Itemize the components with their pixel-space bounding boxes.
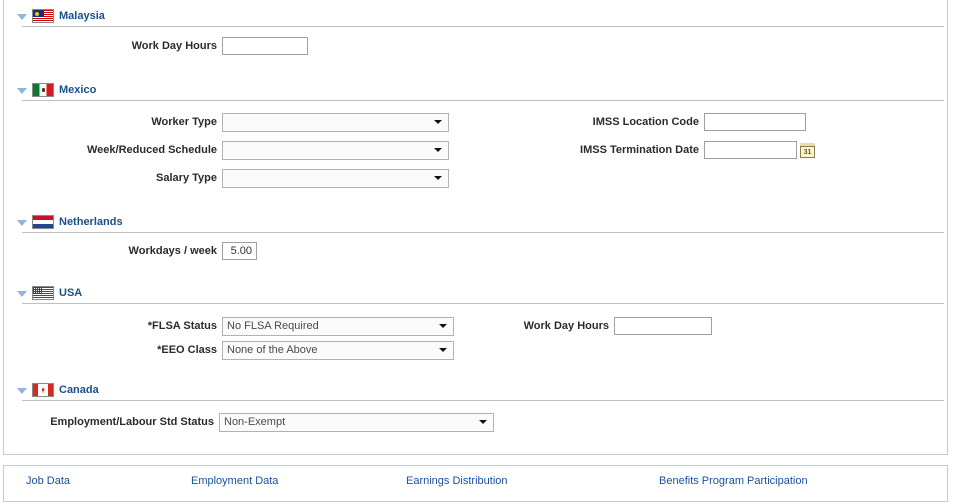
label-usa-eeo-class: *EEO Class — [157, 344, 217, 356]
section-header-malaysia[interactable]: Malaysia — [16, 7, 941, 25]
field-usa-eeo-class: *EEO Class None of the Above — [22, 340, 454, 360]
section-title-usa: USA — [59, 287, 83, 299]
field-malaysia-work-day-hours: Work Day Hours — [22, 36, 308, 56]
dropdown-mexico-worker-type[interactable] — [222, 112, 449, 132]
label-mexico-imss-location-code: IMSS Location Code — [592, 116, 699, 128]
label-mexico-worker-type: Worker Type — [151, 116, 217, 128]
dropdown-value-canada-employment-labour-std-status: Non-Exempt — [224, 416, 286, 428]
field-netherlands-workdays-week: Workdays / week — [22, 241, 257, 261]
link-earnings-distribution[interactable]: Earnings Distribution — [406, 475, 508, 487]
section-header-mexico[interactable]: Mexico — [16, 81, 941, 99]
field-mexico-imss-termination-date: IMSS Termination Date 31 — [459, 140, 815, 160]
input-netherlands-workdays-week[interactable] — [222, 242, 257, 260]
chevron-down-icon — [439, 348, 447, 352]
label-usa-work-day-hours: Work Day Hours — [523, 320, 609, 332]
chevron-down-icon — [434, 176, 442, 180]
country-specific-panel: Malaysia Work Day Hours Mexico Worker Ty… — [3, 0, 948, 455]
collapse-triangle-icon-canada[interactable] — [16, 384, 29, 397]
usa-flag-icon — [32, 286, 54, 300]
chevron-down-icon — [434, 120, 442, 124]
employment-data-page: Malaysia Work Day Hours Mexico Worker Ty… — [0, 0, 953, 503]
dropdown-value-usa-eeo-class: None of the Above — [227, 344, 318, 356]
dropdown-usa-flsa-status[interactable]: No FLSA Required — [222, 316, 454, 336]
field-usa-flsa-status: *FLSA Status No FLSA Required — [22, 316, 454, 336]
section-header-netherlands[interactable]: Netherlands — [16, 213, 941, 231]
dropdown-value-usa-flsa-status: No FLSA Required — [227, 320, 319, 332]
label-malaysia-work-day-hours: Work Day Hours — [131, 40, 217, 52]
malaysia-flag-icon — [32, 9, 54, 23]
section-divider-netherlands — [22, 232, 944, 233]
section-header-canada[interactable]: Canada — [16, 381, 941, 399]
label-mexico-imss-termination-date: IMSS Termination Date — [580, 144, 699, 156]
section-divider-canada — [22, 400, 944, 401]
collapse-triangle-icon-usa[interactable] — [16, 287, 29, 300]
label-netherlands-workdays-week: Workdays / week — [128, 245, 217, 257]
label-canada-employment-labour-std-status: Employment/Labour Std Status — [50, 416, 214, 428]
related-links-bar: Job Data Employment Data Earnings Distri… — [3, 465, 948, 502]
field-mexico-imss-location-code: IMSS Location Code — [459, 112, 806, 132]
field-mexico-week-reduced-schedule: Week/Reduced Schedule — [22, 140, 449, 160]
label-mexico-week-reduced-schedule: Week/Reduced Schedule — [86, 144, 217, 156]
chevron-down-icon — [479, 420, 487, 424]
dropdown-canada-employment-labour-std-status[interactable]: Non-Exempt — [219, 412, 494, 432]
label-mexico-salary-type: Salary Type — [156, 172, 217, 184]
dropdown-mexico-salary-type[interactable] — [222, 168, 449, 188]
input-mexico-imss-termination-date[interactable] — [704, 141, 797, 159]
collapse-triangle-icon-mexico[interactable] — [16, 84, 29, 97]
section-header-usa[interactable]: USA — [16, 284, 941, 302]
link-benefits-program-participation[interactable]: Benefits Program Participation — [659, 475, 808, 487]
chevron-down-icon — [434, 148, 442, 152]
canada-flag-icon — [32, 383, 54, 397]
mexico-flag-icon — [32, 83, 54, 97]
dropdown-usa-eeo-class[interactable]: None of the Above — [222, 340, 454, 360]
field-canada-employment-labour-std-status: Employment/Labour Std Status Non-Exempt — [22, 412, 494, 432]
collapse-triangle-icon-netherlands[interactable] — [16, 216, 29, 229]
netherlands-flag-icon — [32, 215, 54, 229]
collapse-triangle-icon-malaysia[interactable] — [16, 10, 29, 23]
section-title-mexico: Mexico — [59, 84, 97, 96]
chevron-down-icon — [439, 324, 447, 328]
link-job-data[interactable]: Job Data — [26, 475, 70, 487]
input-usa-work-day-hours[interactable] — [614, 317, 712, 335]
input-mexico-imss-location-code[interactable] — [704, 113, 806, 131]
field-mexico-salary-type: Salary Type — [22, 168, 449, 188]
field-usa-work-day-hours: Work Day Hours — [459, 316, 712, 336]
section-divider-usa — [22, 303, 944, 304]
calendar-icon[interactable]: 31 — [800, 142, 815, 158]
calendar-icon-day: 31 — [803, 148, 812, 156]
field-mexico-worker-type: Worker Type — [22, 112, 449, 132]
link-employment-data[interactable]: Employment Data — [191, 475, 278, 487]
input-malaysia-work-day-hours[interactable] — [222, 37, 308, 55]
section-title-malaysia: Malaysia — [59, 10, 105, 22]
section-title-canada: Canada — [59, 384, 99, 396]
section-title-netherlands: Netherlands — [59, 216, 123, 228]
dropdown-mexico-week-reduced-schedule[interactable] — [222, 140, 449, 160]
section-divider-malaysia — [22, 26, 944, 27]
label-usa-flsa-status: *FLSA Status — [147, 320, 217, 332]
section-divider-mexico — [22, 100, 944, 101]
